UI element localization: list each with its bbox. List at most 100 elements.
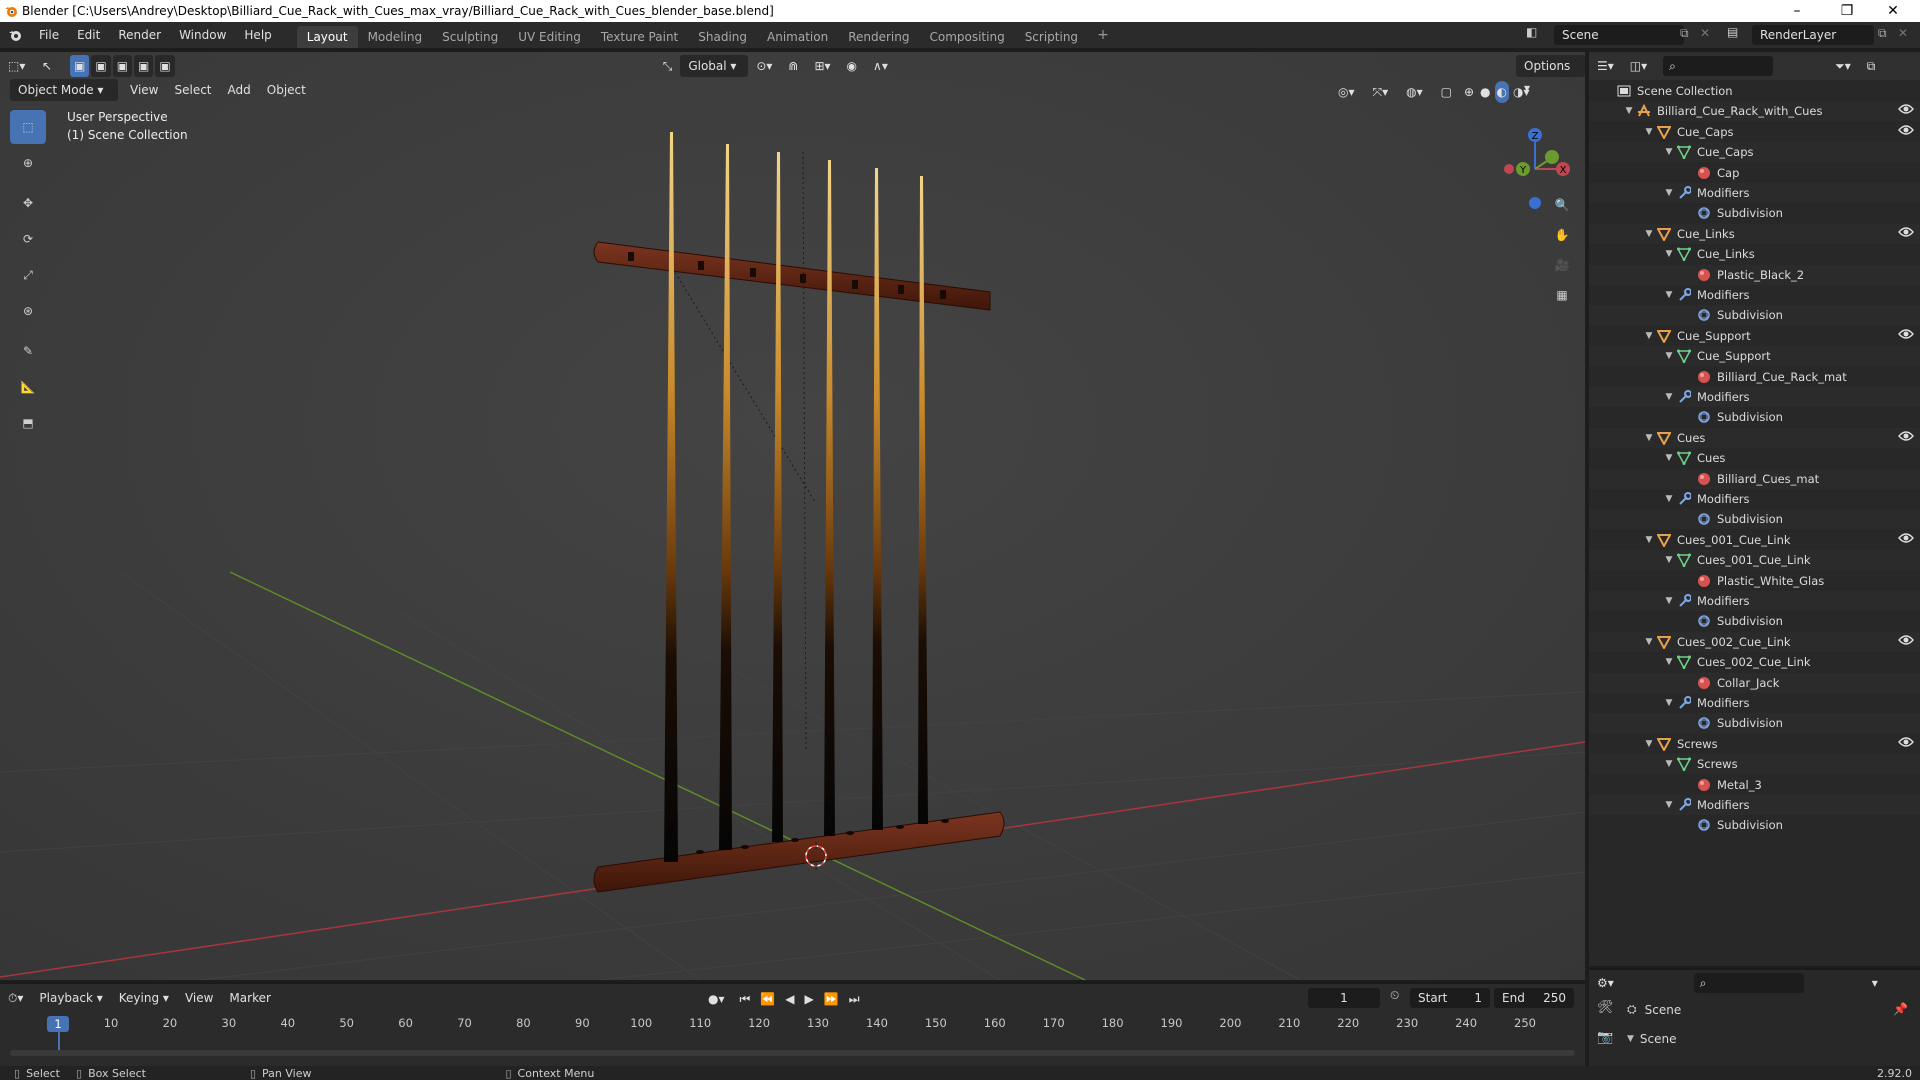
delete-scene-icon[interactable]: ✕	[1700, 26, 1710, 40]
outliner-row-mesh[interactable]: ▼ Cue_Support	[1589, 346, 1920, 367]
select-invert-icon[interactable]: ▣	[134, 55, 154, 77]
overlay-toggle-icon[interactable]: ◍▾	[1398, 81, 1431, 103]
scene-selector-icon[interactable]: ◧	[1526, 25, 1537, 39]
zoom-icon[interactable]: 🔍	[1549, 192, 1575, 218]
select-extend-icon[interactable]: ▣	[91, 55, 111, 77]
visibility-eye-icon[interactable]	[1898, 226, 1914, 242]
expand-arrow-icon[interactable]: ▼	[1663, 759, 1675, 769]
visibility-eye-icon[interactable]	[1898, 634, 1914, 650]
outliner-row-modifiers[interactable]: ▼ Modifiers	[1589, 489, 1920, 509]
snap-target-icon[interactable]: ⊞▾	[806, 55, 838, 77]
tab-layout[interactable]: Layout	[296, 26, 358, 48]
visibility-eye-icon[interactable]	[1898, 430, 1914, 446]
outliner-row-modifiers[interactable]: ▼ Modifiers	[1589, 591, 1920, 611]
annotate-tool-icon[interactable]: ✎	[10, 334, 46, 368]
object-mode-dropdown[interactable]: Object Mode ▾	[10, 79, 118, 101]
outliner-row-object[interactable]: ▼ Cues	[1589, 427, 1920, 448]
snap-icon[interactable]: ⋒	[780, 55, 806, 77]
tab-animation[interactable]: Animation	[757, 26, 838, 48]
expand-arrow-icon[interactable]: ▼	[1663, 555, 1675, 565]
blender-menu-icon[interactable]	[0, 28, 30, 42]
preview-range-icon[interactable]: ⏲	[1390, 988, 1399, 1003]
ortho-grid-icon[interactable]: ▦	[1549, 282, 1575, 308]
viewport-menu-select[interactable]: Select	[166, 79, 219, 101]
scale-tool-icon[interactable]: ⤢	[10, 258, 46, 292]
expand-arrow-icon[interactable]: ▼	[1663, 453, 1675, 463]
outliner-row-object[interactable]: ▼ Screws	[1589, 734, 1920, 754]
playhead-frame[interactable]: 1	[47, 1016, 69, 1032]
visibility-eye-icon[interactable]	[1898, 736, 1914, 752]
visibility-eye-icon[interactable]	[1898, 103, 1914, 119]
visibility-eye-icon[interactable]	[1898, 124, 1914, 140]
close-window-button[interactable]: ✕	[1870, 0, 1916, 22]
tab-rendering[interactable]: Rendering	[838, 26, 919, 48]
outliner-row-subdivision[interactable]: Subdivision	[1589, 815, 1920, 835]
restore-button[interactable]: ❐	[1824, 0, 1870, 22]
rendered-shading-icon[interactable]: ◑▾	[1511, 81, 1532, 103]
expand-arrow-icon[interactable]: ▼	[1623, 106, 1635, 116]
pin-icon[interactable]: 📌	[1893, 1002, 1908, 1016]
expand-arrow-icon[interactable]: ▼	[1663, 351, 1675, 361]
outliner-row-mesh[interactable]: ▼ Screws	[1589, 754, 1920, 775]
outliner-row-mesh[interactable]: ▼ Cues_001_Cue_Link	[1589, 550, 1920, 571]
outliner-row-object[interactable]: ▼ Cues_002_Cue_Link	[1589, 631, 1920, 652]
frame-ruler[interactable]: 1 10 20 30 40 50 60 70 80 90 100 110 120 130 140 150 160…	[0, 1012, 1585, 1052]
view-layer-icon[interactable]: ▤	[1727, 25, 1738, 39]
rotate-tool-icon[interactable]: ⟳	[10, 222, 46, 256]
outliner-row-subdivision[interactable]: Subdivision	[1589, 611, 1920, 631]
outliner-row-material[interactable]: Collar_Jack	[1589, 672, 1920, 693]
scene-name-field[interactable]: Scene	[1554, 25, 1684, 45]
expand-arrow-icon[interactable]: ▼	[1663, 494, 1675, 504]
end-frame-field[interactable]: End 250	[1494, 988, 1574, 1008]
record-icon[interactable]: ●▾	[700, 988, 733, 1010]
new-view-layer-icon[interactable]: ⧉	[1878, 26, 1887, 41]
expand-arrow-icon[interactable]: ▼	[1663, 596, 1675, 606]
viewport-menu-view[interactable]: View	[122, 79, 166, 101]
outliner-row-material[interactable]: Billiard_Cues_mat	[1589, 468, 1920, 489]
outliner-row-modifiers[interactable]: ▼ Modifiers	[1589, 693, 1920, 713]
tab-compositing[interactable]: Compositing	[919, 26, 1014, 48]
viewport-menu-object[interactable]: Object	[259, 79, 314, 101]
tab-modeling[interactable]: Modeling	[358, 26, 433, 48]
viewport-scene[interactable]	[0, 52, 1585, 980]
play-icon[interactable]: ▶	[802, 988, 817, 1010]
orientation-icon[interactable]: ⤡	[655, 55, 681, 77]
play-reverse-icon[interactable]: ◀	[782, 988, 797, 1010]
add-cube-tool-icon[interactable]: ⬒	[10, 406, 46, 440]
visibility-icon[interactable]: ◎▾	[1330, 81, 1363, 103]
measure-tool-icon[interactable]: 📐	[10, 370, 46, 404]
outliner-row-object[interactable]: ▼ Cue_Support	[1589, 326, 1920, 346]
outliner-row-material[interactable]: Plastic_White_Glas	[1589, 571, 1920, 591]
outliner-row-mesh[interactable]: ▼ Cue_Caps	[1589, 142, 1920, 163]
outliner-row-modifiers[interactable]: ▼ Modifiers	[1589, 183, 1920, 203]
timeline-menu-keying[interactable]: Keying ▾	[111, 987, 177, 1009]
outliner-row-subdivision[interactable]: Subdivision	[1589, 203, 1920, 223]
outliner-row-subdivision[interactable]: Subdivision	[1589, 509, 1920, 530]
timeline-menu-view[interactable]: View	[177, 987, 221, 1009]
outliner-row-object[interactable]: ▼ Cues_001_Cue_Link	[1589, 530, 1920, 550]
expand-arrow-icon[interactable]: ▼	[1663, 290, 1675, 300]
expand-arrow-icon[interactable]: ▼	[1663, 698, 1675, 708]
expand-arrow-icon[interactable]: ▼	[1643, 739, 1655, 749]
expand-arrow-icon[interactable]: ▼	[1663, 800, 1675, 810]
expand-arrow-icon[interactable]: ▼	[1643, 331, 1655, 341]
editor-type-icon[interactable]: ⬚▾	[0, 55, 34, 77]
expand-arrow-icon[interactable]: ▼	[1663, 249, 1675, 259]
prev-keyframe-icon[interactable]: ⏪	[757, 988, 778, 1010]
outliner-row-subdivision[interactable]: Subdivision	[1589, 713, 1920, 734]
xray-icon[interactable]: ▢	[1433, 81, 1460, 103]
menu-file[interactable]: File	[30, 24, 68, 46]
3d-viewport[interactable]: ⬚▾ ↖ ▣ ▣ ▣ ▣ ▣ ⤡ Global ▾ ⊙▾ ⋒ ⊞▾ ◉ ∧▾ O…	[0, 52, 1585, 980]
jump-end-icon[interactable]: ⏭	[846, 988, 863, 1010]
expand-arrow-icon[interactable]: ▼	[1643, 229, 1655, 239]
proportional-edit-icon[interactable]: ◉	[839, 55, 865, 77]
view-layer-field[interactable]: RenderLayer	[1752, 25, 1874, 45]
outliner-row-scene-collection[interactable]: Scene Collection	[1589, 81, 1920, 101]
viewport-menu-add[interactable]: Add	[220, 79, 259, 101]
select-new-icon[interactable]: ▣	[70, 55, 90, 77]
cursor-tool-icon[interactable]: ⊕	[10, 146, 46, 180]
material-shading-icon[interactable]: ◐	[1494, 81, 1509, 103]
outliner-row-material[interactable]: Plastic_Black_2	[1589, 264, 1920, 285]
outliner-row-object[interactable]: ▼ Cue_Links	[1589, 223, 1920, 244]
scene-panel-header[interactable]: ▼ Scene	[1627, 1032, 1677, 1046]
